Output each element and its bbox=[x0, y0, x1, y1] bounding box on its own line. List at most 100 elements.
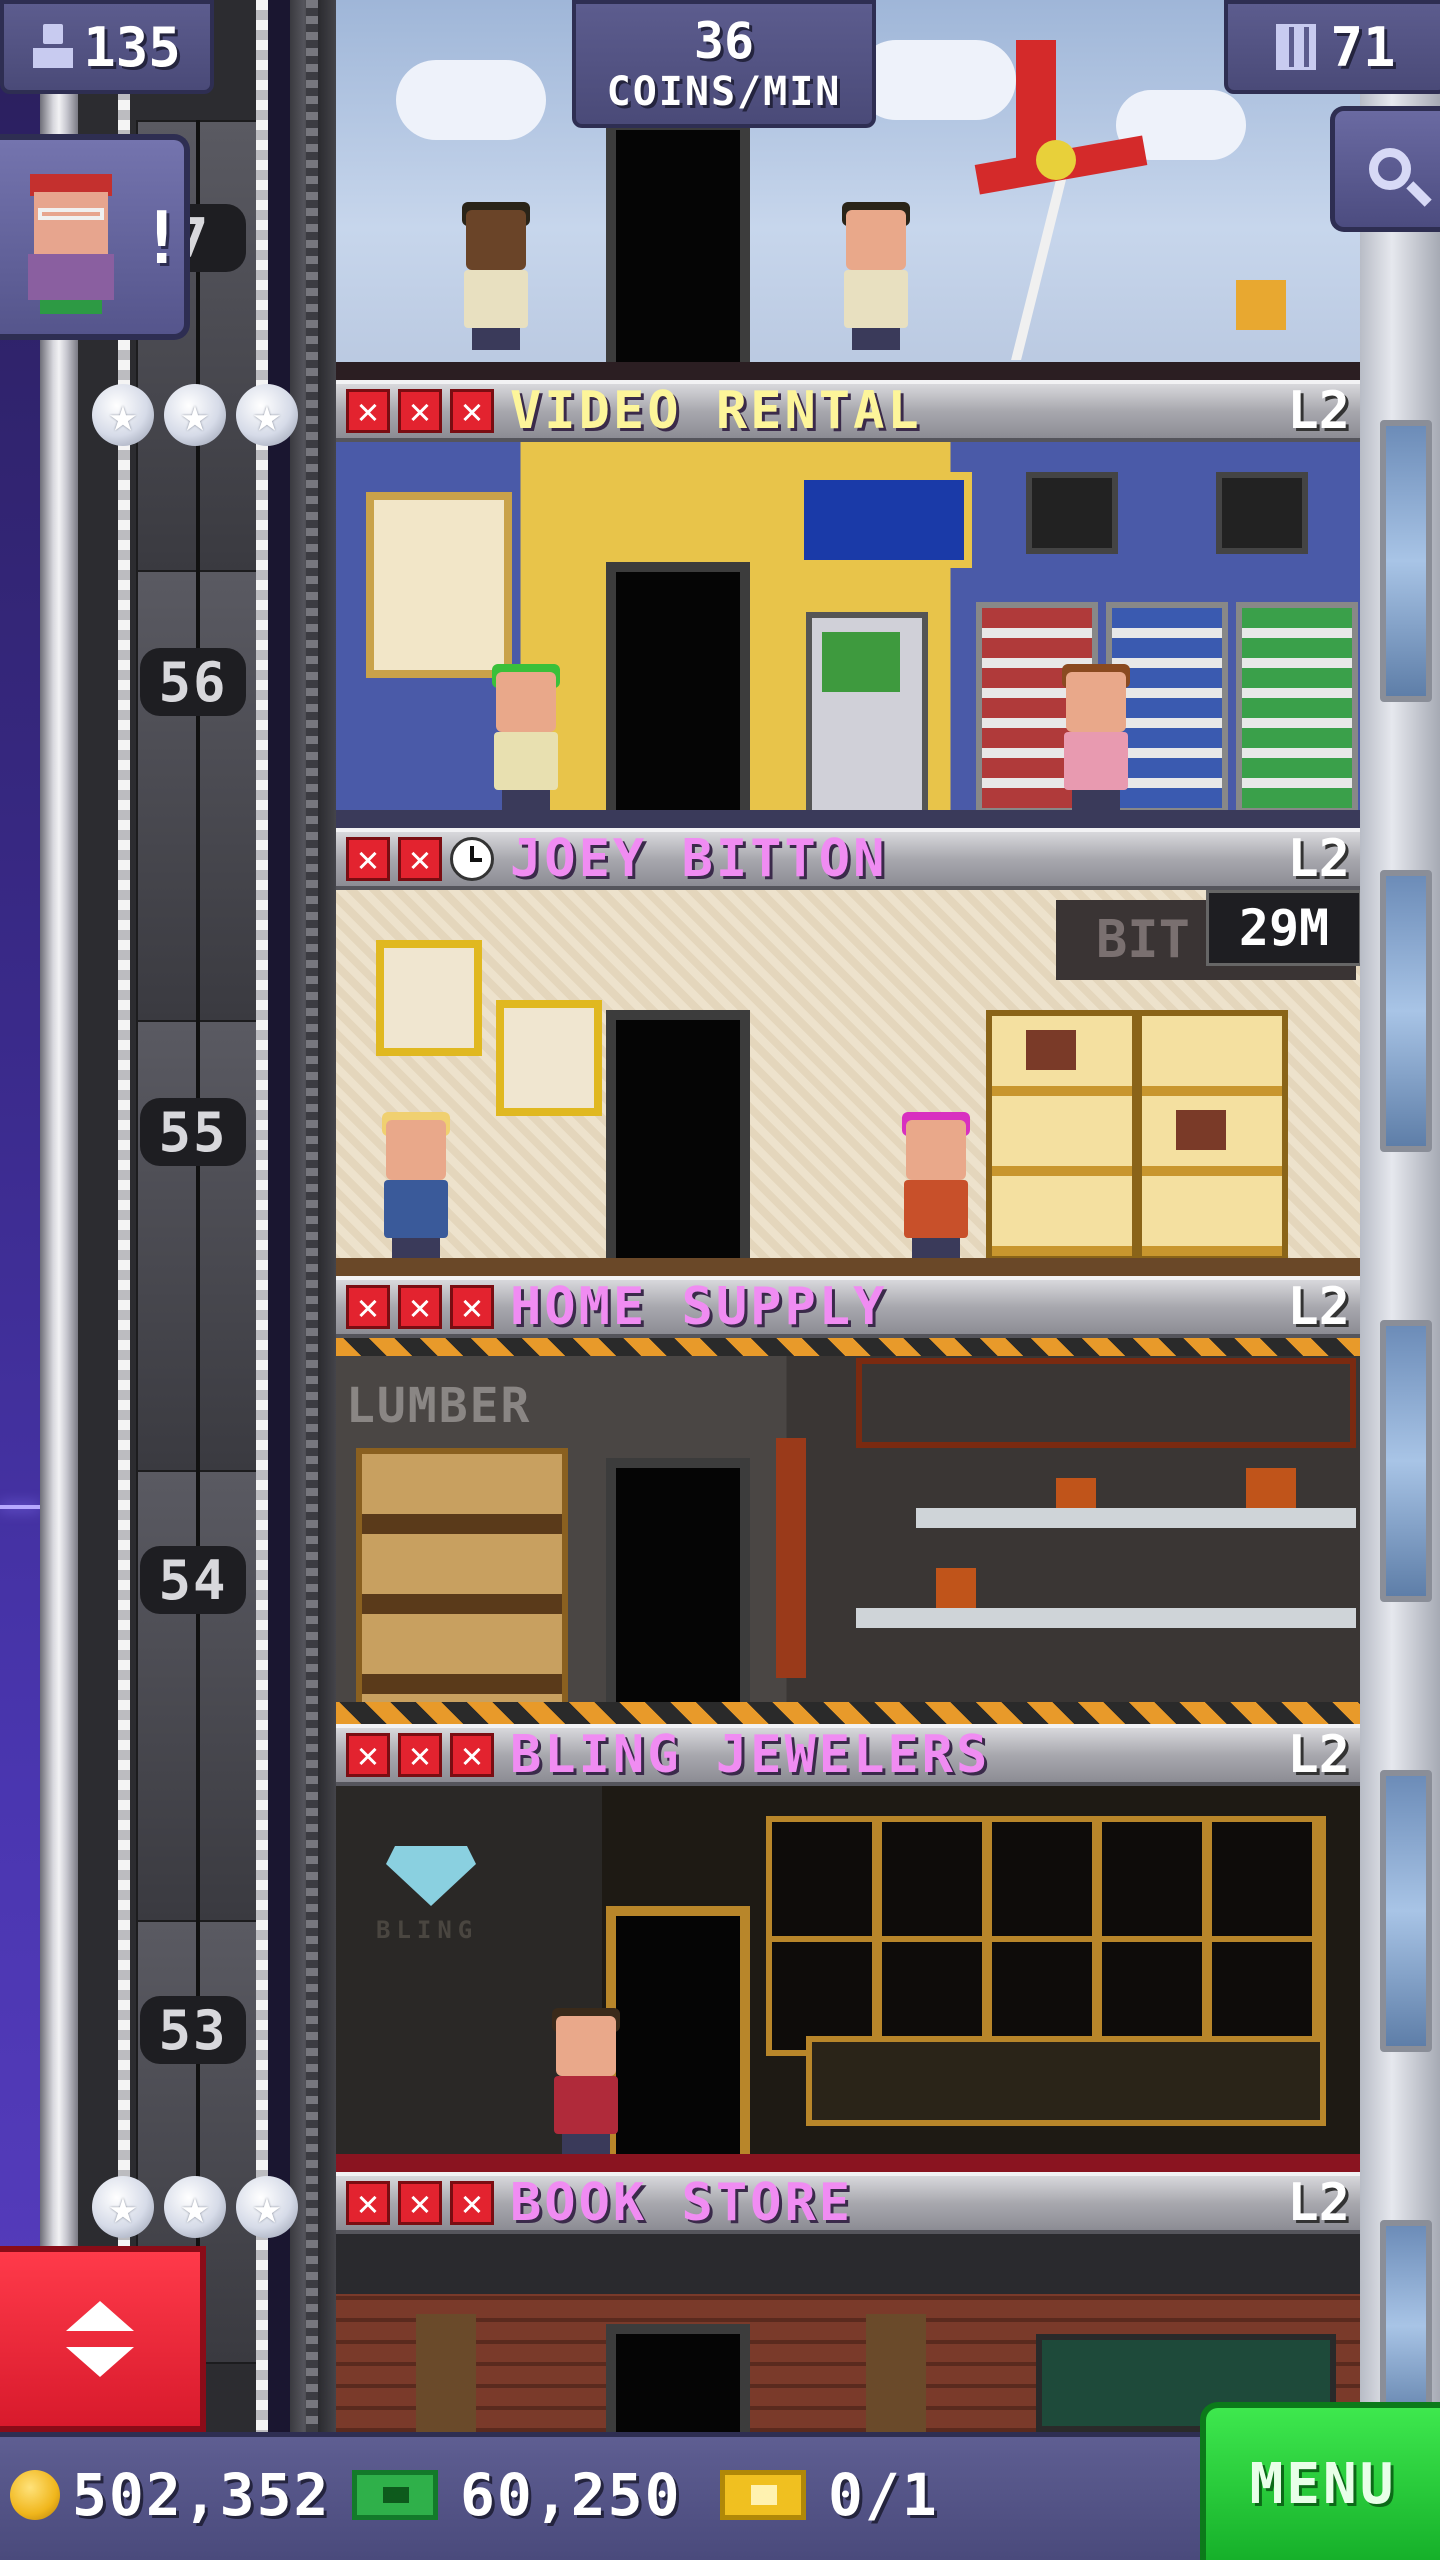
resident-character[interactable] bbox=[486, 664, 566, 812]
star-icon: ★ bbox=[92, 2176, 154, 2238]
star-icon: ★ bbox=[92, 384, 154, 446]
floor-bar-joey-bitton[interactable]: ✕ ✕ JOEY BITTON L2 bbox=[336, 828, 1360, 890]
red-x-icon: ✕ bbox=[346, 2181, 390, 2225]
red-x-icon: ✕ bbox=[346, 1733, 390, 1777]
red-x-icon: ✕ bbox=[346, 389, 390, 433]
shaft-edge bbox=[290, 0, 336, 2440]
person-icon bbox=[33, 24, 74, 70]
bux-icon bbox=[352, 2470, 438, 2520]
floor-bar-book-store[interactable]: ✕ ✕ ✕ BOOK STORE L2 bbox=[336, 2172, 1360, 2234]
bux-value: 60,250 bbox=[460, 2461, 682, 2529]
building-window bbox=[1380, 1770, 1432, 2052]
star-icon: ★ bbox=[236, 384, 298, 446]
bux-stat[interactable]: 60,250 bbox=[352, 2460, 682, 2530]
floor-stars: ★ ★ ★ bbox=[92, 2176, 298, 2238]
store-sign: BLING bbox=[376, 1916, 479, 1944]
mission-alert: ! bbox=[140, 196, 184, 280]
shaft-floor-number: 55 bbox=[140, 1098, 246, 1166]
floor-count-value: 71 bbox=[1330, 15, 1396, 79]
floor-name: BLING JEWELERS bbox=[510, 1725, 991, 1785]
resident-character[interactable] bbox=[456, 202, 536, 350]
room-door bbox=[606, 1906, 750, 2166]
red-x-icon: ✕ bbox=[398, 389, 442, 433]
red-x-icon: ✕ bbox=[450, 1733, 494, 1777]
red-x-icon: ✕ bbox=[450, 2181, 494, 2225]
elevator-button[interactable] bbox=[0, 2246, 206, 2432]
population-value: 135 bbox=[83, 15, 181, 79]
floor-bar-home-supply[interactable]: ✕ ✕ ✕ HOME SUPPLY L2 bbox=[336, 1276, 1360, 1338]
population-counter[interactable]: 135 bbox=[0, 0, 214, 94]
floor-name: BOOK STORE bbox=[510, 2173, 854, 2233]
elevator-cable bbox=[196, 120, 200, 2440]
search-button[interactable] bbox=[1330, 106, 1440, 232]
up-arrow-icon bbox=[66, 2301, 134, 2331]
red-x-icon: ✕ bbox=[346, 837, 390, 881]
coins-value: 502,352 bbox=[72, 2461, 331, 2529]
room-bling-jewelers[interactable]: BLING bbox=[336, 1786, 1360, 2172]
tower-pillar bbox=[40, 0, 78, 2560]
floor-counter[interactable]: 71 bbox=[1224, 0, 1440, 94]
red-x-icon: ✕ bbox=[398, 1733, 442, 1777]
red-x-icon: ✕ bbox=[398, 837, 442, 881]
red-x-icon: ✕ bbox=[450, 389, 494, 433]
room-door bbox=[606, 1010, 750, 1270]
coin-icon bbox=[10, 2470, 60, 2520]
shaft-floor-number: 56 bbox=[140, 648, 246, 716]
magnifier-icon bbox=[1369, 148, 1411, 190]
red-x-icon: ✕ bbox=[398, 2181, 442, 2225]
floor-name: HOME SUPPLY bbox=[510, 1277, 888, 1337]
star-icon: ★ bbox=[236, 2176, 298, 2238]
sky-glow bbox=[0, 1505, 40, 1509]
room-door bbox=[606, 120, 750, 380]
resident-character[interactable] bbox=[896, 1112, 976, 1260]
building-window bbox=[1380, 870, 1432, 1152]
clock-icon bbox=[450, 837, 494, 881]
building-outer-wall bbox=[1360, 0, 1440, 2440]
building-window bbox=[1380, 1320, 1432, 1602]
room-joey-bitton[interactable]: BIT 29M bbox=[336, 890, 1360, 1276]
room-video-rental[interactable] bbox=[336, 442, 1360, 828]
resident-character[interactable] bbox=[836, 202, 916, 350]
resident-character[interactable] bbox=[546, 2008, 626, 2156]
shaft-rail-left bbox=[118, 0, 130, 2440]
down-arrow-icon bbox=[66, 2347, 134, 2377]
star-icon: ★ bbox=[164, 384, 226, 446]
coins-per-minute-value: 36 bbox=[693, 12, 755, 70]
floor-bar-bling-jewelers[interactable]: ✕ ✕ ✕ BLING JEWELERS L2 bbox=[336, 1724, 1360, 1786]
shaft-rail-right bbox=[256, 0, 268, 2440]
floor-level: L2 bbox=[1287, 1277, 1350, 1337]
building-window bbox=[1380, 420, 1432, 702]
tickets-value: 0/1 bbox=[828, 2461, 939, 2529]
menu-button[interactable]: MENU bbox=[1200, 2402, 1440, 2560]
room-door bbox=[606, 562, 750, 822]
shaft-floor-number: 54 bbox=[140, 1546, 246, 1614]
tickets-stat[interactable]: 0/1 bbox=[720, 2460, 939, 2530]
golden-ticket-icon bbox=[720, 2470, 806, 2520]
room-home-supply[interactable]: LUMBER bbox=[336, 1338, 1360, 1724]
floor-level: L2 bbox=[1287, 2173, 1350, 2233]
resident-character[interactable] bbox=[376, 1112, 456, 1260]
room-door bbox=[606, 1458, 750, 1718]
red-x-icon: ✕ bbox=[450, 1285, 494, 1329]
floor-bar-video-rental[interactable]: ✕ ✕ ✕ VIDEO RENTAL L2 bbox=[336, 380, 1360, 442]
floor-name: VIDEO RENTAL bbox=[510, 381, 922, 441]
shaft-floor-number: 53 bbox=[140, 1996, 246, 2064]
room-book-store[interactable] bbox=[336, 2234, 1360, 2432]
floor-level: L2 bbox=[1287, 829, 1350, 889]
coins-stat[interactable]: 502,352 bbox=[10, 2460, 330, 2530]
mission-character-avatar bbox=[26, 174, 116, 314]
floor-name: JOEY BITTON bbox=[510, 829, 888, 889]
floor-level: L2 bbox=[1287, 381, 1350, 441]
room-door bbox=[606, 2324, 750, 2432]
resident-character[interactable] bbox=[1056, 664, 1136, 812]
floor-stars: ★ ★ ★ bbox=[92, 384, 298, 446]
coins-per-minute: 36 COINS/MIN bbox=[572, 0, 876, 128]
star-icon: ★ bbox=[164, 2176, 226, 2238]
building-icon bbox=[1276, 24, 1317, 70]
coins-per-minute-label: COINS/MIN bbox=[606, 69, 842, 115]
store-sign: LUMBER bbox=[346, 1378, 532, 1434]
mission-button[interactable]: ! bbox=[0, 134, 190, 340]
red-x-icon: ✕ bbox=[346, 1285, 390, 1329]
building-window bbox=[1380, 2220, 1432, 2432]
red-x-icon: ✕ bbox=[398, 1285, 442, 1329]
